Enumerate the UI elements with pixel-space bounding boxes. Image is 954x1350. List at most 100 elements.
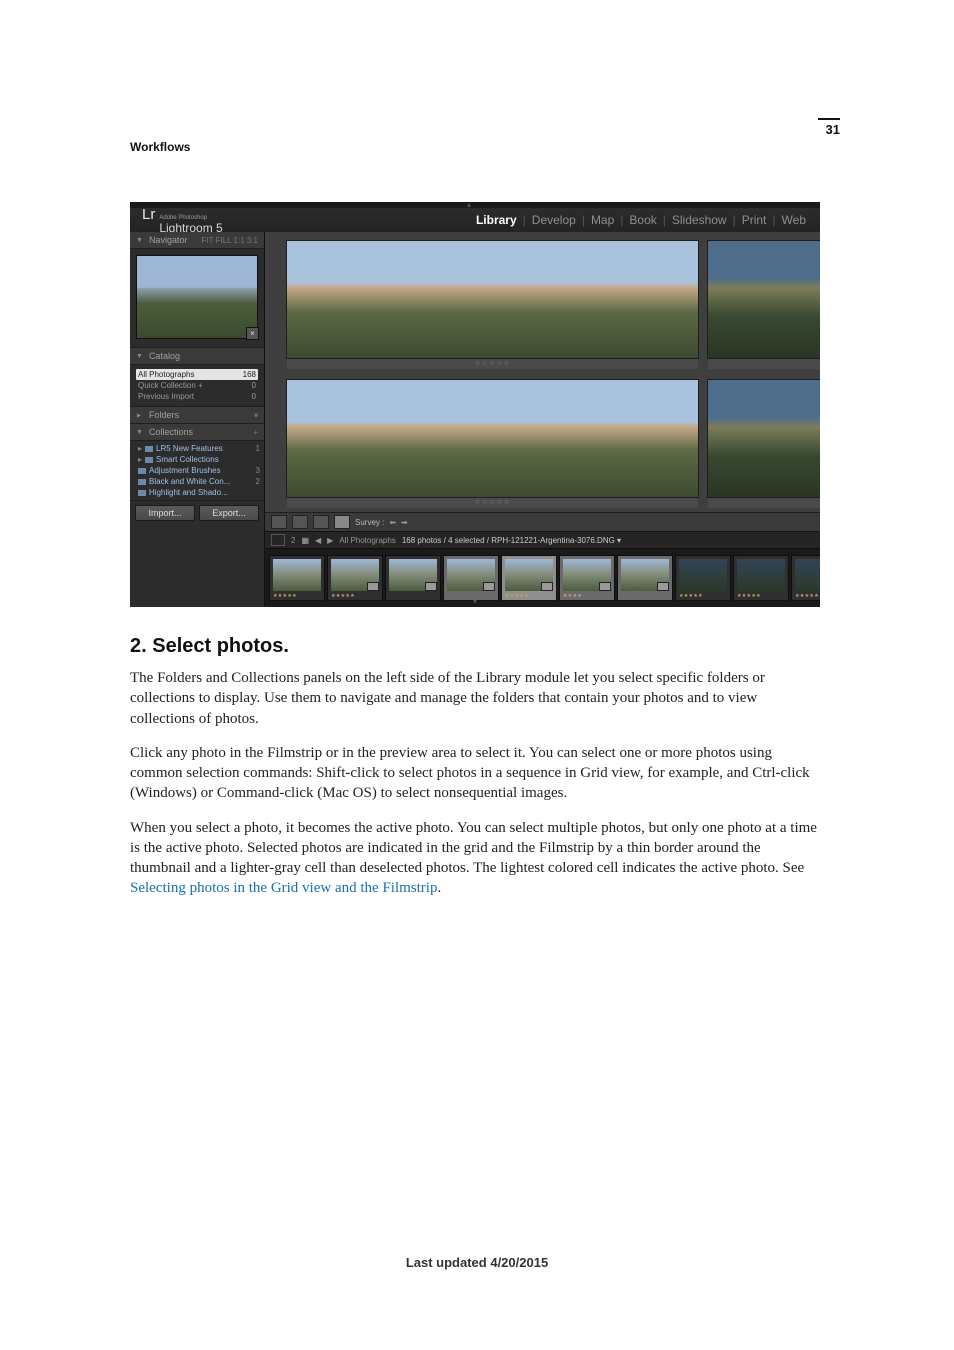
body-paragraph: Click any photo in the Filmstrip or in t… (130, 743, 824, 804)
secondary-display-2[interactable]: 2 (291, 536, 295, 545)
filmstrip-prev-icon[interactable]: ◀ (315, 536, 321, 545)
filmstrip-thumb[interactable]: ★★★★★ (675, 555, 731, 601)
navigator-close-icon[interactable]: × (246, 327, 259, 340)
link-selecting-photos[interactable]: Selecting photos in the Grid view and th… (130, 880, 437, 896)
center-area: ☆☆☆☆☆ ☆☆☆☆☆ ☆☆☆☆☆ ☆☆☆☆☆ (265, 232, 820, 607)
source-context[interactable]: All Photographs (339, 536, 395, 545)
filmstrip-thumb[interactable]: ★★★★★ (327, 555, 383, 601)
survey-image (286, 379, 699, 498)
navigator-body: × (130, 249, 264, 348)
catalog-body: All Photographs 168 Quick Collection + 0… (130, 365, 264, 407)
panel-collections-header[interactable]: ▼Collections + (130, 424, 264, 441)
running-head: Workflows (130, 140, 824, 154)
collections-add-icon[interactable]: + (253, 428, 258, 437)
view-survey-icon[interactable] (334, 515, 350, 529)
collection-item[interactable]: ▸Smart Collections (134, 454, 260, 465)
panel-catalog-header[interactable]: ▼Catalog (130, 348, 264, 365)
filmstrip-thumb[interactable] (385, 555, 441, 601)
panel-navigator-header[interactable]: ▼Navigator FIT FILL 1:1 3:1 (130, 232, 264, 249)
badge-icon (541, 582, 553, 591)
view-grid-icon[interactable] (271, 515, 287, 529)
panel-folders-title: Folders (149, 410, 179, 420)
toolbar-mode-label: Survey : (355, 518, 384, 527)
left-bottom-buttons: Import... Export... (130, 501, 264, 525)
app-brand: Lr Adobe Photoshop Lightroom 5 (142, 206, 223, 235)
survey-cell[interactable]: ☆☆☆☆☆ (287, 379, 698, 508)
badge-icon (657, 582, 669, 591)
view-loupe-icon[interactable] (292, 515, 308, 529)
badge-icon (425, 582, 437, 591)
module-book[interactable]: Book (627, 213, 658, 227)
survey-image (707, 379, 820, 498)
panel-collections-title: Collections (149, 427, 193, 437)
panel-top-handle-icon[interactable]: ▴ (467, 203, 483, 207)
panel-navigator-title: Navigator (149, 235, 188, 245)
module-print[interactable]: Print (740, 213, 769, 227)
panel-bottom-handle-icon[interactable]: ▾ (473, 597, 477, 606)
left-panel-group: ▼Navigator FIT FILL 1:1 3:1 × ▼Catalog A… (130, 232, 265, 607)
page-number-block: 31 (818, 118, 840, 137)
navigator-zoom-levels[interactable]: FIT FILL 1:1 3:1 (202, 236, 258, 245)
brand-lr: Lr (142, 206, 155, 223)
secondary-display-icon[interactable] (271, 534, 285, 546)
page-number: 31 (818, 122, 840, 137)
app-titlebar: Lr Adobe Photoshop Lightroom 5 Library |… (130, 208, 820, 233)
badge-icon (599, 582, 611, 591)
export-button[interactable]: Export... (199, 505, 259, 521)
survey-cell[interactable]: ☆☆☆☆☆ (287, 240, 698, 369)
collection-item[interactable]: Adjustment Brushes3 (134, 465, 260, 476)
filmstrip[interactable]: ★★★★★ ★★★★★ ★★★★★ ★★★★ ★★★★★ ★★★★★ ★★★★★… (265, 548, 820, 607)
module-web[interactable]: Web (780, 213, 808, 227)
page-number-rule (818, 118, 840, 120)
filmstrip-thumb-active[interactable]: ★★★★★ (501, 555, 557, 601)
survey-cell[interactable]: ☆☆☆☆☆ (708, 240, 820, 369)
catalog-quick-collection[interactable]: Quick Collection + 0 (136, 380, 258, 391)
badge-icon (367, 582, 379, 591)
import-button[interactable]: Import... (135, 505, 195, 521)
filmstrip-thumb[interactable] (617, 555, 673, 601)
filmstrip-thumb[interactable]: ★★★★★ (791, 555, 820, 601)
filmstrip-thumb[interactable]: ★★★★★ (269, 555, 325, 601)
collection-item[interactable]: Black and White Con...2 (134, 476, 260, 487)
nav-next-icon[interactable]: ➡ (401, 518, 408, 527)
rating-stars[interactable]: ☆☆☆☆☆ (474, 359, 510, 369)
filmstrip-thumb[interactable]: ★★★★ (559, 555, 615, 601)
survey-image (286, 240, 699, 359)
module-slideshow[interactable]: Slideshow (670, 213, 729, 227)
body-paragraph: When you select a photo, it becomes the … (130, 818, 824, 899)
filmstrip-thumb[interactable]: ★★★★★ (733, 555, 789, 601)
badge-icon (483, 582, 495, 591)
module-map[interactable]: Map (589, 213, 616, 227)
view-compare-icon[interactable] (313, 515, 329, 529)
survey-image (707, 240, 820, 359)
lightroom-screenshot: ▴ Lr Adobe Photoshop Lightroom 5 Library… (130, 202, 820, 607)
center-toolbar: Survey : ⬅ ➡ ▾ (265, 512, 820, 531)
collection-icon (138, 479, 146, 485)
collections-body: ▸LR5 New Features1 ▸Smart Collections Ad… (130, 441, 264, 501)
catalog-previous-import[interactable]: Previous Import 0 (136, 391, 258, 402)
module-develop[interactable]: Develop (530, 213, 578, 227)
rating-stars[interactable]: ☆☆☆☆☆ (474, 498, 510, 508)
collection-item[interactable]: Highlight and Shado... (134, 487, 260, 498)
filmstrip-next-icon[interactable]: ▶ (327, 536, 333, 545)
survey-cell[interactable]: ☆☆☆☆☆ (708, 379, 820, 508)
collection-icon (138, 468, 146, 474)
collection-icon (145, 446, 153, 452)
grid-icon[interactable]: ▦ (301, 536, 309, 545)
panel-folders-header[interactable]: ▼Folders ▾ (130, 407, 264, 424)
filmstrip-status[interactable]: 168 photos / 4 selected / RPH-121221-Arg… (402, 536, 621, 545)
body-paragraph: The Folders and Collections panels on th… (130, 668, 824, 729)
section-heading: 2. Select photos. (130, 635, 824, 658)
catalog-all-photographs[interactable]: All Photographs 168 (136, 369, 258, 380)
filmstrip-thumb[interactable] (443, 555, 499, 601)
collection-icon (138, 490, 146, 496)
navigator-preview[interactable]: × (136, 255, 258, 339)
module-library[interactable]: Library (474, 213, 519, 227)
page-footer: Last updated 4/20/2015 (0, 1255, 954, 1270)
nav-prev-icon[interactable]: ⬅ (389, 518, 396, 527)
secondary-toolbar: 2 ▦ ◀ ▶ All Photographs 168 photos / 4 s… (265, 531, 820, 548)
collection-item[interactable]: ▸LR5 New Features1 (134, 443, 260, 454)
module-picker: Library | Develop | Map | Book | Slidesh… (474, 213, 808, 227)
folders-volume-icon[interactable]: ▾ (254, 411, 258, 420)
survey-view: ☆☆☆☆☆ ☆☆☆☆☆ ☆☆☆☆☆ ☆☆☆☆☆ (265, 232, 820, 512)
